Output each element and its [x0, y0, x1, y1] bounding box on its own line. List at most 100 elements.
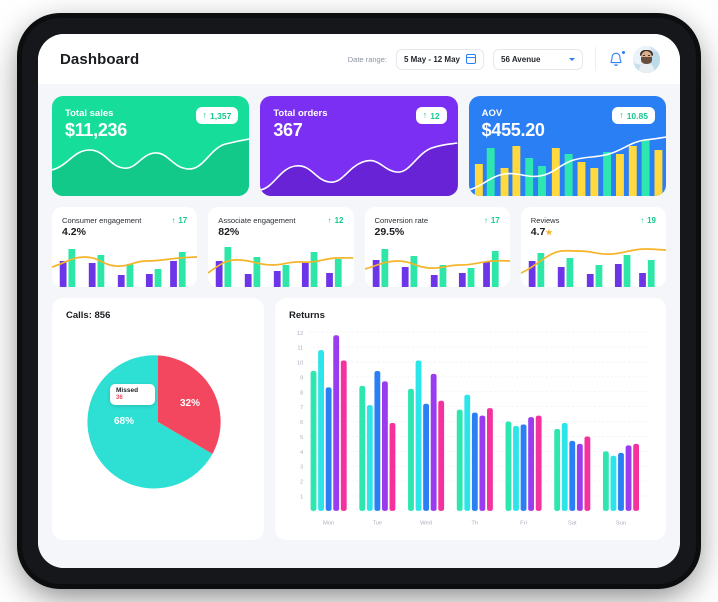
- returns-bar[interactable]: [610, 455, 617, 511]
- arrow-up-icon: ↑: [202, 110, 208, 120]
- mini-badge: ↑ 17: [171, 216, 187, 225]
- returns-bar[interactable]: [569, 440, 576, 511]
- x-tick-label: Tue: [372, 521, 382, 527]
- badge-value: 10.85: [626, 110, 648, 121]
- location-value: 56 Avenue: [501, 54, 541, 64]
- y-tick-label: 1: [300, 495, 303, 501]
- returns-bar[interactable]: [513, 426, 519, 511]
- returns-bar[interactable]: [389, 423, 396, 511]
- pie-tooltip: Missed 36: [110, 384, 155, 405]
- mini-badge: ↑ 17: [484, 216, 500, 225]
- y-tick-label: 9: [300, 375, 303, 381]
- returns-bar[interactable]: [602, 451, 609, 511]
- dashboard-content: Total sales $11,236 ↑ 1,357 Total orders…: [38, 84, 680, 568]
- returns-bar[interactable]: [520, 424, 527, 511]
- x-tick-label: Fri: [520, 521, 527, 527]
- y-tick-label: 12: [297, 331, 303, 337]
- y-tick-label: 10: [297, 361, 303, 367]
- mini-label: Conversion rate: [374, 216, 429, 225]
- mini-value: 82%: [218, 226, 240, 238]
- returns-bar[interactable]: [333, 335, 340, 511]
- returns-bar[interactable]: [430, 373, 437, 511]
- returns-bar[interactable]: [415, 360, 422, 511]
- mini-card-associate-engagement[interactable]: Associate engagement 82% ↑ 12: [208, 207, 354, 287]
- header-controls: Date range: 5 May - 12 May 56 Avenue: [347, 45, 660, 73]
- y-tick-label: 3: [300, 465, 303, 471]
- app-header: Dashboard Date range: 5 May - 12 May 56 …: [38, 34, 680, 84]
- returns-bar[interactable]: [408, 388, 414, 511]
- pie-chart: [52, 348, 264, 496]
- mini-badge: ↑ 19: [640, 216, 656, 225]
- date-range-picker[interactable]: 5 May - 12 May: [395, 48, 484, 70]
- stat-card-total-sales[interactable]: Total sales $11,236 ↑ 1,357: [52, 96, 250, 196]
- returns-bar[interactable]: [359, 385, 366, 511]
- tooltip-value: 36: [116, 394, 123, 401]
- returns-bar[interactable]: [618, 452, 624, 511]
- dashboard-screen: Dashboard Date range: 5 May - 12 May 56 …: [38, 34, 680, 568]
- arrow-up-icon: ↑: [640, 216, 645, 225]
- returns-title: Returns: [289, 310, 325, 321]
- status-badge: ↑ 10.85: [612, 107, 655, 124]
- returns-card: Returns 1 2 3 4 5 6 7 8 9 10 11 12 Mon Tue Wed Th Fri Sat…: [275, 298, 666, 540]
- calendar-icon: [466, 54, 476, 64]
- returns-bar[interactable]: [633, 443, 640, 511]
- returns-bar[interactable]: [456, 409, 463, 511]
- returns-bar[interactable]: [505, 421, 512, 511]
- y-tick-label: 7: [300, 405, 303, 411]
- returns-bar[interactable]: [374, 370, 381, 511]
- avatar[interactable]: [633, 45, 660, 73]
- returns-chart: 1 2 3 4 5 6 7 8 9 10 11 12 Mon Tue Wed Th Fri Sat Sun: [287, 328, 654, 530]
- page-title: Dashboard: [60, 50, 140, 68]
- mini-card-reviews[interactable]: Reviews 4.7★ ↑ 19: [520, 207, 666, 287]
- returns-bar[interactable]: [318, 350, 324, 511]
- calls-title: Calls: 856: [66, 310, 111, 321]
- date-range-label: Date range:: [347, 54, 387, 64]
- location-select[interactable]: 56 Avenue: [493, 48, 583, 70]
- returns-bar[interactable]: [464, 394, 471, 511]
- mini-cards-row: Consumer engagement 4.2% ↑ 17 Associate …: [52, 207, 666, 287]
- mini-card-consumer-engagement[interactable]: Consumer engagement 4.2% ↑ 17: [52, 207, 198, 287]
- arrow-up-icon: ↑: [422, 110, 428, 120]
- mini-label: Reviews: [530, 216, 560, 225]
- returns-bar[interactable]: [487, 408, 493, 511]
- tooltip-label: Missed: [116, 387, 139, 394]
- arrow-up-icon: ↑: [171, 216, 176, 225]
- stat-card-total-orders[interactable]: Total orders 367 ↑ 12: [260, 96, 458, 196]
- x-tick-label: Sat: [568, 521, 577, 527]
- mini-card-conversion-rate[interactable]: Conversion rate 29.5% ↑ 17: [364, 207, 510, 287]
- returns-bar[interactable]: [584, 436, 591, 511]
- returns-bar[interactable]: [340, 360, 347, 511]
- returns-bar[interactable]: [576, 443, 583, 511]
- mini-label: Associate engagement: [218, 216, 296, 225]
- x-tick-label: Wed: [420, 521, 432, 527]
- returns-bar[interactable]: [325, 387, 332, 511]
- returns-bar[interactable]: [366, 405, 373, 511]
- returns-bar[interactable]: [554, 429, 561, 511]
- mini-chart-reviews: [520, 248, 666, 287]
- returns-bar[interactable]: [625, 445, 632, 511]
- returns-bar[interactable]: [423, 403, 430, 511]
- x-tick-label: Th: [471, 521, 478, 527]
- bell-icon[interactable]: [608, 50, 625, 68]
- device-frame: Dashboard Date range: 5 May - 12 May 56 …: [22, 18, 696, 584]
- returns-bar[interactable]: [561, 423, 568, 511]
- mini-badge-value: 19: [647, 216, 656, 225]
- y-tick-label: 5: [300, 435, 303, 441]
- returns-bar[interactable]: [528, 417, 535, 511]
- returns-bar[interactable]: [438, 400, 445, 511]
- charts-row: Calls: 856 68% 32% Missed 36 Returns 1 2…: [52, 298, 666, 540]
- stat-card-aov[interactable]: AOV $455.20 ↑ 10.85: [468, 96, 666, 196]
- stat-cards-row: Total sales $11,236 ↑ 1,357 Total orders…: [52, 96, 666, 196]
- y-tick-label: 8: [300, 390, 303, 396]
- returns-bar[interactable]: [382, 381, 388, 511]
- returns-bar[interactable]: [310, 370, 317, 511]
- mini-label: Consumer engagement: [62, 216, 142, 225]
- mini-badge-value: 12: [334, 216, 344, 225]
- returns-bar[interactable]: [479, 415, 486, 511]
- mini-value: 29.5%: [374, 226, 405, 238]
- returns-bar[interactable]: [535, 415, 542, 511]
- star-icon: ★: [545, 228, 553, 237]
- y-tick-label: 11: [297, 346, 303, 352]
- returns-bar[interactable]: [471, 412, 478, 511]
- x-tick-label: Mon: [323, 521, 334, 527]
